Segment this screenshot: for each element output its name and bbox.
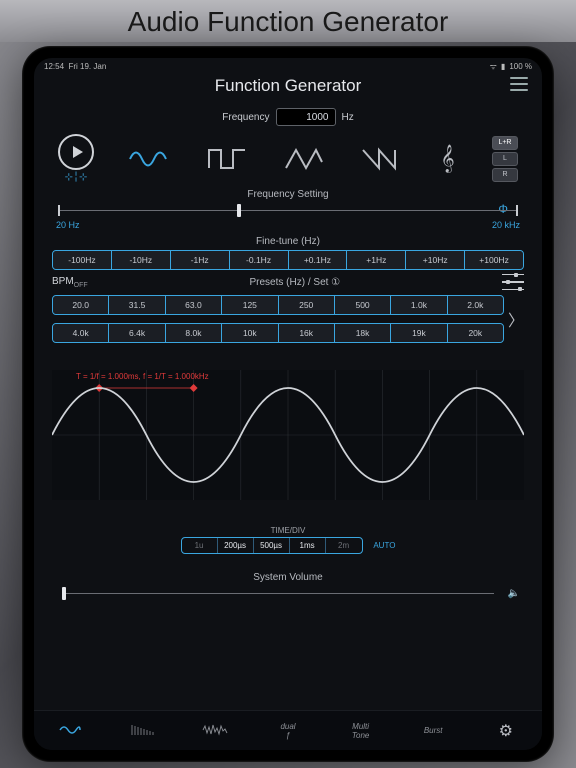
device-frame: 12:54 Fri 19. Jan ᯤ ▮ 100 % Function Gen… bbox=[22, 46, 554, 762]
timediv-option[interactable]: 1ms bbox=[290, 538, 326, 553]
volume-label: System Volume bbox=[52, 572, 524, 583]
timediv-option[interactable]: 200µs bbox=[218, 538, 254, 553]
preset-btn[interactable]: 8.0k bbox=[166, 324, 222, 342]
tab-sine[interactable] bbox=[34, 723, 107, 739]
promo-title: Audio Function Generator bbox=[0, 0, 576, 42]
presets-next-icon[interactable]: 〉 bbox=[508, 307, 524, 331]
preset-btn[interactable]: 16k bbox=[279, 324, 335, 342]
preset-btn[interactable]: 4.0k bbox=[53, 324, 109, 342]
preset-row: 4.0k 6.4k 8.0k 10k 16k 18k 19k 20k bbox=[52, 323, 504, 343]
frequency-slider[interactable] bbox=[58, 202, 518, 218]
gear-icon: ⚙ bbox=[499, 723, 513, 740]
sawtooth-wave-button[interactable] bbox=[359, 143, 403, 175]
speaker-icon[interactable]: 🔈 bbox=[508, 588, 520, 599]
app-title: Function Generator bbox=[215, 76, 361, 96]
fine-tune-btn[interactable]: -10Hz bbox=[112, 251, 171, 269]
sine-wave-button[interactable] bbox=[127, 143, 171, 175]
status-bar: 12:54 Fri 19. Jan ᯤ ▮ 100 % bbox=[34, 58, 542, 72]
menu-icon[interactable] bbox=[510, 77, 528, 91]
frequency-input[interactable] bbox=[276, 108, 336, 126]
fine-tune-btn[interactable]: +10Hz bbox=[406, 251, 465, 269]
preset-btn[interactable]: 63.0 bbox=[166, 296, 222, 314]
fine-tune-label: Fine-tune (Hz) bbox=[52, 236, 524, 247]
presets-label: Presets (Hz) / Set ① bbox=[250, 277, 341, 288]
freq-max-label: 20 kHz bbox=[492, 220, 520, 230]
preset-btn[interactable]: 1.0k bbox=[391, 296, 447, 314]
fine-tune-row: -100Hz -10Hz -1Hz -0.1Hz +0.1Hz +1Hz +10… bbox=[52, 250, 524, 270]
volume-slider[interactable] bbox=[62, 585, 494, 601]
wifi-icon: ᯤ bbox=[490, 61, 497, 72]
preset-btn[interactable]: 500 bbox=[335, 296, 391, 314]
status-time: 12:54 bbox=[44, 62, 64, 71]
preset-btn[interactable]: 6.4k bbox=[109, 324, 165, 342]
fine-tune-btn[interactable]: -100Hz bbox=[53, 251, 112, 269]
frequency-label: Frequency bbox=[222, 112, 269, 123]
preset-btn[interactable]: 10k bbox=[222, 324, 278, 342]
fine-tune-btn[interactable]: +100Hz bbox=[465, 251, 523, 269]
timediv-segment: 1u 200µs 500µs 1ms 2m bbox=[181, 537, 363, 554]
preset-btn[interactable]: 18k bbox=[335, 324, 391, 342]
timediv-auto[interactable]: AUTO bbox=[373, 541, 395, 550]
preset-btn[interactable]: 20.0 bbox=[53, 296, 109, 314]
preset-btn[interactable]: 125 bbox=[222, 296, 278, 314]
battery-pct: 100 % bbox=[509, 62, 532, 71]
preset-btn[interactable]: 20k bbox=[448, 324, 503, 342]
waveform-annotation: T = 1/f = 1.000ms, f = 1/T = 1.000kHz bbox=[76, 372, 209, 381]
timediv-label: TIME/DIV bbox=[52, 526, 524, 535]
freq-setting-label: Frequency Setting bbox=[52, 189, 524, 200]
fine-tune-btn[interactable]: -1Hz bbox=[171, 251, 230, 269]
frequency-unit: Hz bbox=[342, 112, 354, 123]
triangle-wave-button[interactable] bbox=[282, 143, 326, 175]
treble-clef-button[interactable]: 𝄞 bbox=[437, 143, 459, 175]
fine-tune-btn[interactable]: +1Hz bbox=[347, 251, 406, 269]
channel-l-button[interactable]: L bbox=[492, 152, 518, 166]
preset-btn[interactable]: 31.5 bbox=[109, 296, 165, 314]
antenna-icon[interactable]: ⊹╎⊹ bbox=[58, 172, 94, 183]
tab-settings[interactable]: ⚙ bbox=[469, 721, 542, 741]
equalizer-icon[interactable] bbox=[502, 274, 524, 290]
freq-min-label: 20 Hz bbox=[56, 220, 80, 230]
channel-r-button[interactable]: R bbox=[492, 168, 518, 182]
channel-lr-button[interactable]: L+R bbox=[492, 136, 518, 150]
frequency-row: Frequency Hz bbox=[52, 108, 524, 126]
preset-row: 20.0 31.5 63.0 125 250 500 1.0k 2.0k bbox=[52, 295, 504, 315]
preset-btn[interactable]: 19k bbox=[391, 324, 447, 342]
tab-sweep[interactable] bbox=[107, 723, 180, 739]
tab-noise[interactable] bbox=[179, 723, 252, 739]
battery-icon: ▮ bbox=[501, 62, 505, 71]
tab-bar: dualƒ MultiTone Burst ⚙ bbox=[34, 710, 542, 750]
fine-tune-btn[interactable]: +0.1Hz bbox=[289, 251, 348, 269]
waveform-display: T = 1/f = 1.000ms, f = 1/T = 1.000kHz bbox=[52, 370, 524, 500]
fine-tune-btn[interactable]: -0.1Hz bbox=[230, 251, 289, 269]
preset-btn[interactable]: 250 bbox=[279, 296, 335, 314]
timediv-option[interactable]: 1u bbox=[182, 538, 218, 553]
tab-burst[interactable]: Burst bbox=[397, 726, 470, 735]
square-wave-button[interactable] bbox=[205, 143, 249, 175]
play-button[interactable] bbox=[58, 134, 94, 170]
timediv-option[interactable]: 500µs bbox=[254, 538, 290, 553]
tab-dual[interactable]: dualƒ bbox=[252, 722, 325, 740]
app-header: Function Generator bbox=[34, 72, 542, 102]
app-screen: 12:54 Fri 19. Jan ᯤ ▮ 100 % Function Gen… bbox=[34, 58, 542, 750]
status-date: Fri 19. Jan bbox=[68, 62, 106, 71]
preset-btn[interactable]: 2.0k bbox=[448, 296, 503, 314]
bpm-label[interactable]: BPMOFF bbox=[52, 276, 88, 289]
tab-multitone[interactable]: MultiTone bbox=[324, 722, 397, 740]
timediv-option[interactable]: 2m bbox=[326, 538, 362, 553]
